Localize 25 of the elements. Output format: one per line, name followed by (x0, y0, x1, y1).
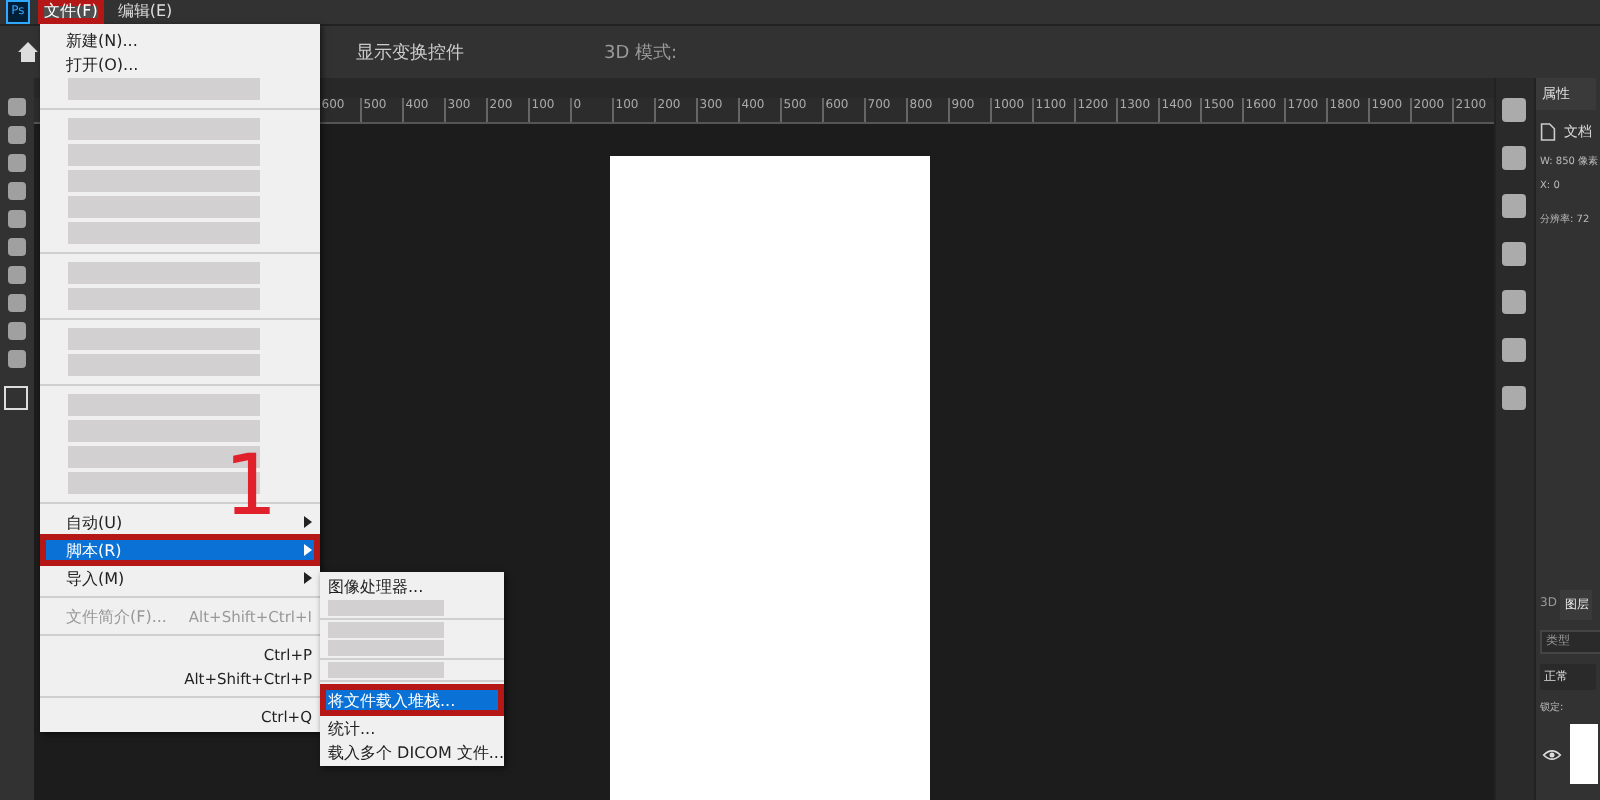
mode-label: 3D 模式: (604, 41, 678, 65)
menu-item[interactable]: 载入多个 DICOM 文件... (320, 740, 504, 764)
panel-icon[interactable] (1502, 290, 1527, 314)
menu-bar-item[interactable]: 文件(F) (38, 0, 104, 24)
menu-item[interactable]: 统计... (320, 716, 504, 740)
panel-icon[interactable] (1502, 338, 1527, 362)
panel-icon[interactable] (1502, 98, 1527, 122)
panel-icon[interactable] (1502, 386, 1527, 410)
menu-item[interactable]: 导入(M) (40, 566, 320, 590)
option-label: 显示变换控件 (356, 41, 464, 65)
menu-item[interactable]: 图像处理器... (320, 574, 504, 598)
menu-item[interactable]: 脚本(R) (40, 534, 320, 566)
menu-item[interactable]: 将文件载入堆栈... (320, 684, 504, 716)
annotation-number: 1 (224, 444, 278, 528)
panel-icon[interactable] (1502, 242, 1527, 266)
color-swatch-icon[interactable] (4, 386, 29, 410)
document-icon (1540, 122, 1556, 142)
layer-thumbnail (1570, 724, 1598, 784)
menu-bar-item[interactable]: 编辑(E) (111, 0, 179, 24)
home-icon[interactable] (16, 40, 40, 64)
eye-icon[interactable] (1542, 747, 1562, 761)
panel-icon[interactable] (1502, 146, 1527, 170)
panel-icon[interactable] (1502, 194, 1527, 218)
menu-item[interactable]: 打开(O)... (40, 52, 320, 76)
menu-item[interactable]: 新建(N)... (40, 28, 320, 52)
